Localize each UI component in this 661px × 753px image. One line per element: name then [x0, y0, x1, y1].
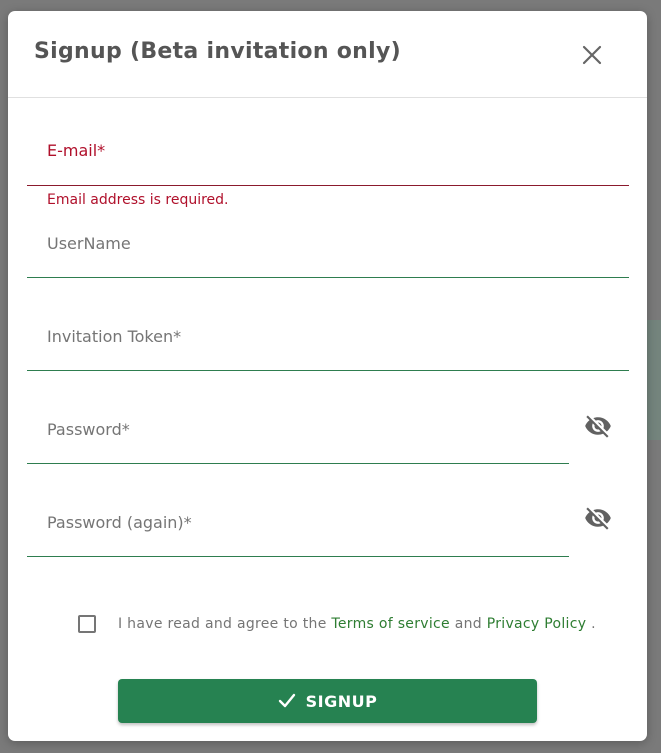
username-underline — [27, 277, 629, 278]
terms-of-service-link[interactable]: Terms of service — [331, 616, 450, 632]
close-button[interactable] — [576, 39, 608, 71]
agreement-row: I have read and agree to the Terms of se… — [78, 612, 596, 636]
eye-off-icon — [585, 507, 611, 530]
password-again-field[interactable]: Password (again)* — [27, 500, 569, 558]
check-icon — [278, 693, 296, 709]
agreement-middle: and — [449, 616, 487, 632]
password-again-visibility-toggle[interactable] — [583, 503, 613, 533]
close-icon — [582, 45, 602, 65]
email-label: E-mail* — [47, 141, 106, 160]
username-field[interactable]: UserName — [27, 221, 629, 279]
password-again-label: Password (again)* — [47, 513, 192, 532]
eye-off-icon — [585, 415, 611, 438]
username-label: UserName — [47, 234, 131, 253]
password-again-underline — [27, 556, 569, 557]
dialog-header: Signup (Beta invitation only) — [8, 11, 647, 98]
signup-button-label: SIGNUP — [305, 691, 378, 711]
agreement-suffix: . — [586, 616, 596, 632]
agreement-prefix: I have read and agree to the — [118, 616, 332, 632]
password-visibility-toggle[interactable] — [583, 411, 613, 441]
password-label: Password* — [47, 420, 130, 439]
invitation-token-label: Invitation Token* — [47, 327, 182, 346]
signup-dialog: Signup (Beta invitation only) E-mail* Em… — [8, 11, 647, 741]
signup-button[interactable]: SIGNUP — [118, 679, 537, 723]
dialog-title: Signup (Beta invitation only) — [34, 39, 401, 64]
invitation-token-underline — [27, 370, 629, 371]
agreement-text: I have read and agree to the Terms of se… — [118, 616, 596, 632]
email-underline — [27, 185, 629, 186]
password-underline — [27, 463, 569, 464]
password-field[interactable]: Password* — [27, 407, 569, 465]
email-field[interactable]: E-mail* — [27, 129, 629, 187]
invitation-token-field[interactable]: Invitation Token* — [27, 314, 629, 372]
privacy-policy-link[interactable]: Privacy Policy — [487, 616, 587, 632]
agree-checkbox[interactable] — [78, 615, 96, 633]
email-error-message: Email address is required. — [47, 192, 229, 208]
